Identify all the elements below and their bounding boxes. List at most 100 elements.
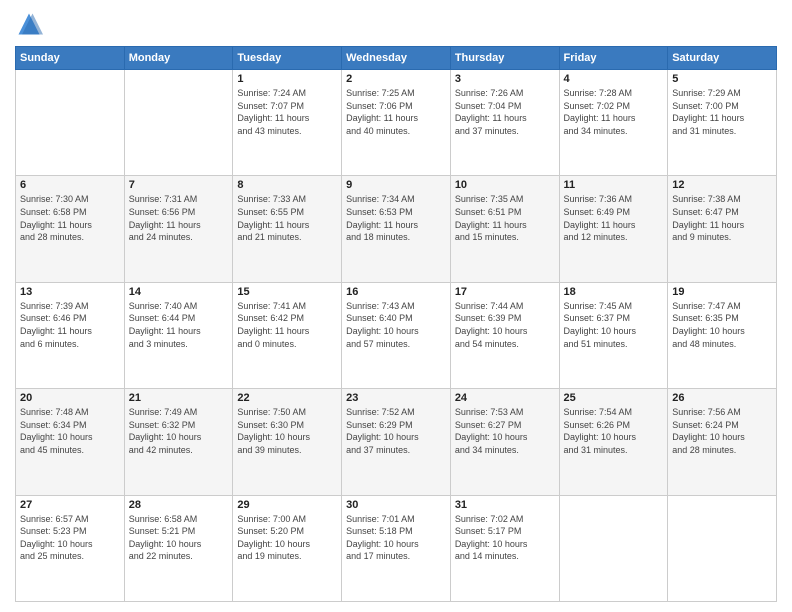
calendar-week-row: 6Sunrise: 7:30 AM Sunset: 6:58 PM Daylig… xyxy=(16,176,777,282)
header-friday: Friday xyxy=(559,47,668,70)
day-info: Sunrise: 7:02 AM Sunset: 5:17 PM Dayligh… xyxy=(455,513,555,563)
day-info: Sunrise: 7:25 AM Sunset: 7:06 PM Dayligh… xyxy=(346,87,446,137)
day-info: Sunrise: 7:47 AM Sunset: 6:35 PM Dayligh… xyxy=(672,300,772,350)
day-number: 25 xyxy=(564,392,664,404)
header-wednesday: Wednesday xyxy=(342,47,451,70)
day-number: 29 xyxy=(237,499,337,511)
calendar-cell: 21 Sunrise: 7:49 AM Sunset: 6:32 PM Dayli… xyxy=(124,389,233,495)
day-info: Sunrise: 7:52 AM Sunset: 6:29 PM Dayligh… xyxy=(346,406,446,456)
day-number: 13 xyxy=(20,286,120,298)
day-info: Sunrise: 7:50 AM Sunset: 6:30 PM Dayligh… xyxy=(237,406,337,456)
calendar-cell: 14 Sunrise: 7:40 AM Sunset: 6:44 PM Dayli… xyxy=(124,282,233,388)
calendar-week-row: 20 Sunrise: 7:48 AM Sunset: 6:34 PM Dayli… xyxy=(16,389,777,495)
day-number: 22 xyxy=(237,392,337,404)
day-number: 20 xyxy=(20,392,120,404)
day-info: Sunrise: 7:35 AM Sunset: 6:51 PM Dayligh… xyxy=(455,193,555,243)
day-info: Sunrise: 7:01 AM Sunset: 5:18 PM Dayligh… xyxy=(346,513,446,563)
calendar-cell xyxy=(559,495,668,601)
calendar-cell: 17 Sunrise: 7:44 AM Sunset: 6:39 PM Dayli… xyxy=(450,282,559,388)
header-thursday: Thursday xyxy=(450,47,559,70)
calendar-cell: 28 Sunrise: 6:58 AM Sunset: 5:21 PM Dayli… xyxy=(124,495,233,601)
day-number: 30 xyxy=(346,499,446,511)
day-number: 31 xyxy=(455,499,555,511)
day-info: Sunrise: 7:38 AM Sunset: 6:47 PM Dayligh… xyxy=(672,193,772,243)
header-saturday: Saturday xyxy=(668,47,777,70)
day-number: 27 xyxy=(20,499,120,511)
weekday-header-row: Sunday Monday Tuesday Wednesday Thursday… xyxy=(16,47,777,70)
day-number: 7 xyxy=(129,179,229,191)
day-info: Sunrise: 7:30 AM Sunset: 6:58 PM Dayligh… xyxy=(20,193,120,243)
day-number: 21 xyxy=(129,392,229,404)
day-number: 4 xyxy=(564,73,664,85)
calendar-cell: 3 Sunrise: 7:26 AM Sunset: 7:04 PM Daylig… xyxy=(450,70,559,176)
day-info: Sunrise: 7:39 AM Sunset: 6:46 PM Dayligh… xyxy=(20,300,120,350)
day-info: Sunrise: 7:26 AM Sunset: 7:04 PM Dayligh… xyxy=(455,87,555,137)
day-number: 2 xyxy=(346,73,446,85)
calendar-cell xyxy=(16,70,125,176)
logo-icon xyxy=(15,10,43,38)
day-info: Sunrise: 6:57 AM Sunset: 5:23 PM Dayligh… xyxy=(20,513,120,563)
day-info: Sunrise: 7:24 AM Sunset: 7:07 PM Dayligh… xyxy=(237,87,337,137)
day-info: Sunrise: 7:36 AM Sunset: 6:49 PM Dayligh… xyxy=(564,193,664,243)
day-info: Sunrise: 7:56 AM Sunset: 6:24 PM Dayligh… xyxy=(672,406,772,456)
day-number: 11 xyxy=(564,179,664,191)
day-info: Sunrise: 6:58 AM Sunset: 5:21 PM Dayligh… xyxy=(129,513,229,563)
day-number: 8 xyxy=(237,179,337,191)
day-info: Sunrise: 7:48 AM Sunset: 6:34 PM Dayligh… xyxy=(20,406,120,456)
calendar-cell: 30 Sunrise: 7:01 AM Sunset: 5:18 PM Dayli… xyxy=(342,495,451,601)
day-info: Sunrise: 7:00 AM Sunset: 5:20 PM Dayligh… xyxy=(237,513,337,563)
calendar-cell: 26 Sunrise: 7:56 AM Sunset: 6:24 PM Dayli… xyxy=(668,389,777,495)
day-info: Sunrise: 7:33 AM Sunset: 6:55 PM Dayligh… xyxy=(237,193,337,243)
calendar-cell: 2 Sunrise: 7:25 AM Sunset: 7:06 PM Daylig… xyxy=(342,70,451,176)
day-info: Sunrise: 7:40 AM Sunset: 6:44 PM Dayligh… xyxy=(129,300,229,350)
day-number: 19 xyxy=(672,286,772,298)
calendar-week-row: 1 Sunrise: 7:24 AM Sunset: 7:07 PM Daylig… xyxy=(16,70,777,176)
day-number: 24 xyxy=(455,392,555,404)
day-number: 1 xyxy=(237,73,337,85)
day-number: 28 xyxy=(129,499,229,511)
calendar-cell: 24Sunrise: 7:53 AM Sunset: 6:27 PM Dayli… xyxy=(450,389,559,495)
day-number: 5 xyxy=(672,73,772,85)
calendar-cell: 6Sunrise: 7:30 AM Sunset: 6:58 PM Daylig… xyxy=(16,176,125,282)
calendar-cell: 16Sunrise: 7:43 AM Sunset: 6:40 PM Dayli… xyxy=(342,282,451,388)
day-info: Sunrise: 7:43 AM Sunset: 6:40 PM Dayligh… xyxy=(346,300,446,350)
calendar-cell: 12 Sunrise: 7:38 AM Sunset: 6:47 PM Dayli… xyxy=(668,176,777,282)
calendar-cell: 31 Sunrise: 7:02 AM Sunset: 5:17 PM Dayli… xyxy=(450,495,559,601)
day-number: 23 xyxy=(346,392,446,404)
day-info: Sunrise: 7:29 AM Sunset: 7:00 PM Dayligh… xyxy=(672,87,772,137)
calendar-cell: 5 Sunrise: 7:29 AM Sunset: 7:00 PM Daylig… xyxy=(668,70,777,176)
day-number: 26 xyxy=(672,392,772,404)
day-number: 18 xyxy=(564,286,664,298)
calendar-cell: 18 Sunrise: 7:45 AM Sunset: 6:37 PM Dayli… xyxy=(559,282,668,388)
day-number: 17 xyxy=(455,286,555,298)
day-number: 3 xyxy=(455,73,555,85)
calendar-table: Sunday Monday Tuesday Wednesday Thursday… xyxy=(15,46,777,602)
calendar-cell: 1 Sunrise: 7:24 AM Sunset: 7:07 PM Daylig… xyxy=(233,70,342,176)
calendar-cell: 11 Sunrise: 7:36 AM Sunset: 6:49 PM Dayli… xyxy=(559,176,668,282)
calendar-cell: 13 Sunrise: 7:39 AM Sunset: 6:46 PM Dayli… xyxy=(16,282,125,388)
day-info: Sunrise: 7:45 AM Sunset: 6:37 PM Dayligh… xyxy=(564,300,664,350)
calendar-cell: 27 Sunrise: 6:57 AM Sunset: 5:23 PM Dayli… xyxy=(16,495,125,601)
day-number: 12 xyxy=(672,179,772,191)
header-sunday: Sunday xyxy=(16,47,125,70)
day-info: Sunrise: 7:44 AM Sunset: 6:39 PM Dayligh… xyxy=(455,300,555,350)
calendar-cell xyxy=(124,70,233,176)
calendar-cell: 25Sunrise: 7:54 AM Sunset: 6:26 PM Dayli… xyxy=(559,389,668,495)
day-info: Sunrise: 7:28 AM Sunset: 7:02 PM Dayligh… xyxy=(564,87,664,137)
day-number: 14 xyxy=(129,286,229,298)
logo xyxy=(15,10,47,38)
day-info: Sunrise: 7:31 AM Sunset: 6:56 PM Dayligh… xyxy=(129,193,229,243)
calendar-cell: 20 Sunrise: 7:48 AM Sunset: 6:34 PM Dayli… xyxy=(16,389,125,495)
day-info: Sunrise: 7:41 AM Sunset: 6:42 PM Dayligh… xyxy=(237,300,337,350)
calendar-cell: 10Sunrise: 7:35 AM Sunset: 6:51 PM Dayli… xyxy=(450,176,559,282)
calendar-cell: 29 Sunrise: 7:00 AM Sunset: 5:20 PM Dayli… xyxy=(233,495,342,601)
header xyxy=(15,10,777,38)
header-monday: Monday xyxy=(124,47,233,70)
calendar-cell: 22 Sunrise: 7:50 AM Sunset: 6:30 PM Dayli… xyxy=(233,389,342,495)
calendar-cell xyxy=(668,495,777,601)
calendar-cell: 4 Sunrise: 7:28 AM Sunset: 7:02 PM Daylig… xyxy=(559,70,668,176)
calendar-cell: 9Sunrise: 7:34 AM Sunset: 6:53 PM Daylig… xyxy=(342,176,451,282)
calendar-cell: 19 Sunrise: 7:47 AM Sunset: 6:35 PM Dayli… xyxy=(668,282,777,388)
day-number: 15 xyxy=(237,286,337,298)
day-info: Sunrise: 7:49 AM Sunset: 6:32 PM Dayligh… xyxy=(129,406,229,456)
